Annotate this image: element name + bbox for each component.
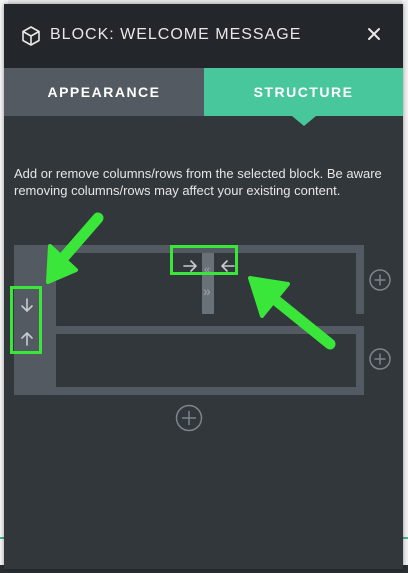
annotation-arrow-icon-2 bbox=[248, 276, 336, 350]
panel-tabs: APPEARANCE STRUCTURE bbox=[4, 68, 403, 116]
column-resize-glyph-bottom: » bbox=[203, 283, 211, 299]
structure-description: Add or remove columns/rows from the sele… bbox=[14, 166, 382, 198]
tab-structure[interactable]: STRUCTURE bbox=[204, 68, 403, 116]
annotation-arrow-icon bbox=[46, 212, 104, 284]
close-icon[interactable] bbox=[362, 22, 386, 46]
add-column-row-2-icon[interactable] bbox=[369, 348, 391, 370]
column-arrows-highlight bbox=[170, 245, 238, 275]
cube-icon bbox=[22, 26, 40, 46]
panel-header: BLOCK: WELCOME MESSAGE bbox=[4, 4, 403, 68]
panel-title: BLOCK: WELCOME MESSAGE bbox=[50, 26, 302, 43]
tab-appearance[interactable]: APPEARANCE bbox=[4, 68, 204, 116]
row-arrows-highlight bbox=[10, 286, 42, 354]
add-column-row-1-icon[interactable] bbox=[369, 269, 391, 291]
active-tab-indicator bbox=[292, 116, 316, 126]
add-row-icon[interactable] bbox=[175, 404, 203, 432]
